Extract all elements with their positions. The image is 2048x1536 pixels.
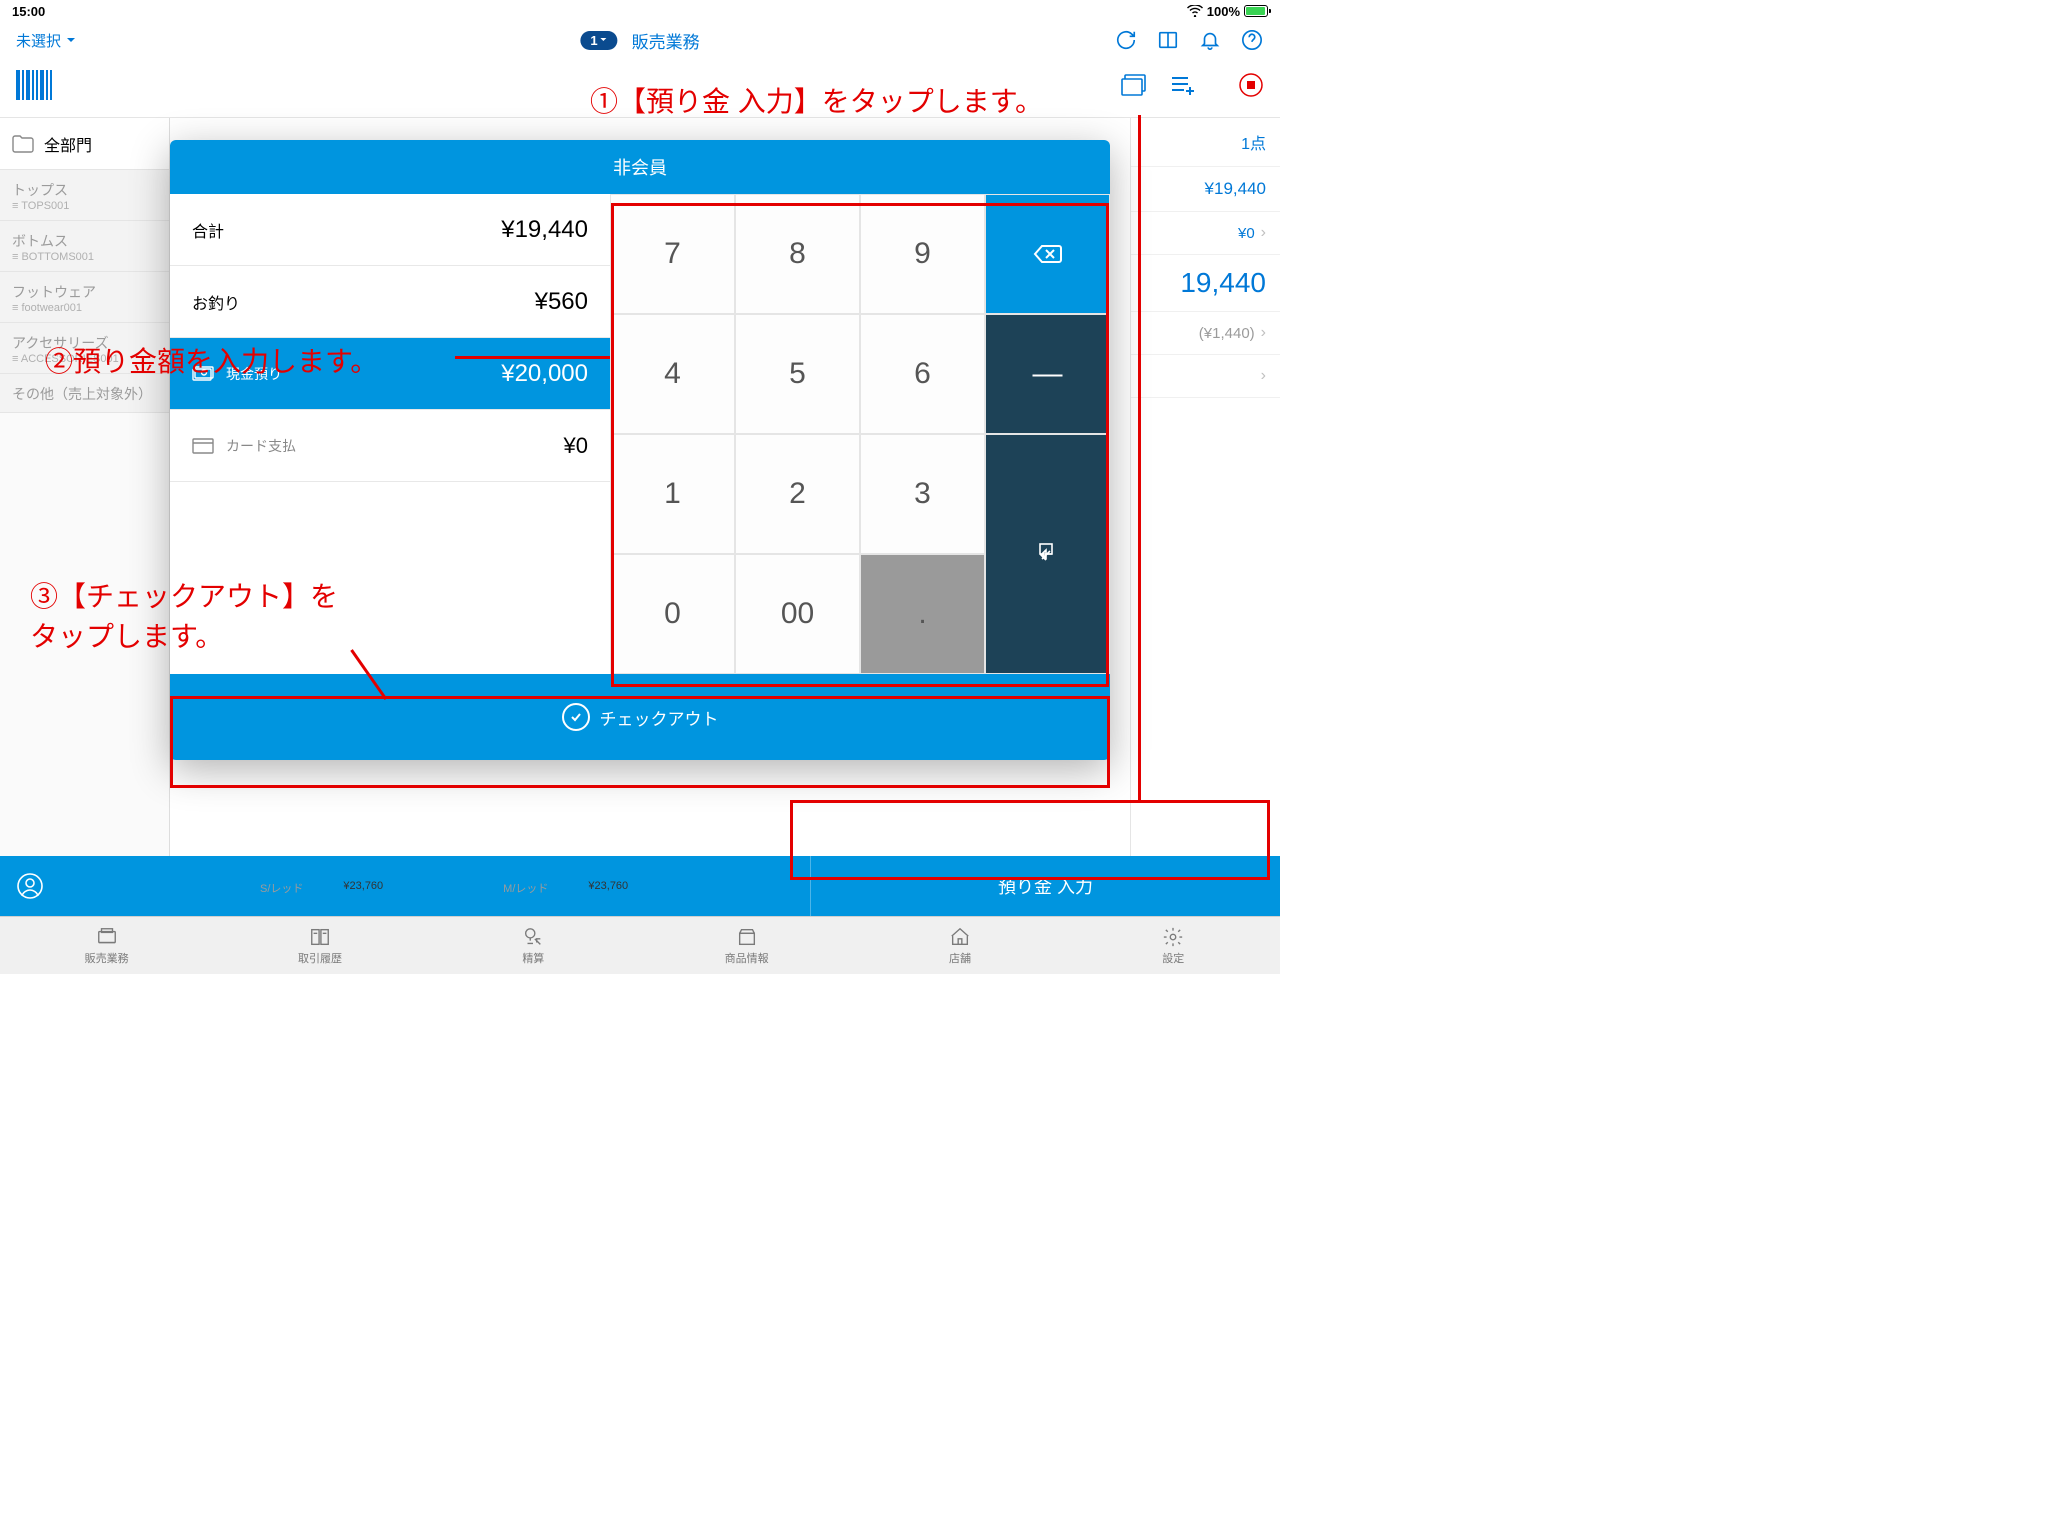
- total-label: 合計: [192, 218, 224, 242]
- sidebar-category[interactable]: ボトムス≡ BOTTOMS001: [0, 221, 169, 272]
- page-title: 販売業務: [632, 28, 700, 53]
- card-payment-row[interactable]: カード支払 ¥0: [170, 410, 610, 482]
- redline-2: [455, 356, 610, 359]
- top-bar: 未選択 1 販売業務: [0, 22, 1280, 58]
- key-enter[interactable]: [985, 434, 1110, 674]
- status-time: 15:00: [12, 4, 45, 19]
- cash-value: ¥20,000: [501, 360, 588, 388]
- sidebar-category[interactable]: アクセサリーズ≡ ACCESSORIES001: [0, 323, 169, 374]
- key-dot[interactable]: .: [860, 554, 985, 674]
- sidebar-category[interactable]: その他（売上対象外）: [0, 374, 169, 413]
- key-3[interactable]: 3: [860, 434, 985, 554]
- redline-1: [1138, 115, 1141, 803]
- tab-settlement[interactable]: 精算: [427, 917, 640, 974]
- list-add-icon[interactable]: [1170, 74, 1198, 101]
- key-5[interactable]: 5: [735, 314, 860, 434]
- keypad: 7 8 9 4 5 6 — 1 2 3 0 00 .: [610, 194, 1110, 674]
- tab-store[interactable]: 店舗: [853, 917, 1066, 974]
- change-value: ¥560: [535, 288, 588, 316]
- key-0[interactable]: 0: [610, 554, 735, 674]
- right-pane: 1点 ¥19,440 ¥0› 19,440 (¥1,440)› ›: [1130, 118, 1280, 856]
- count-badge[interactable]: 1: [580, 31, 617, 50]
- dropdown-unselected[interactable]: 未選択: [16, 30, 77, 51]
- record-icon[interactable]: [1238, 72, 1264, 103]
- battery-pct: 100%: [1207, 4, 1240, 19]
- split-view-icon[interactable]: [1156, 28, 1180, 52]
- key-6[interactable]: 6: [860, 314, 985, 434]
- key-2[interactable]: 2: [735, 434, 860, 554]
- key-minus[interactable]: —: [985, 314, 1110, 434]
- rp-empty-row[interactable]: ›: [1131, 355, 1280, 398]
- subtotal: ¥19,440: [1205, 179, 1266, 199]
- key-00[interactable]: 00: [735, 554, 860, 674]
- rp-tax-row[interactable]: (¥1,440)›: [1131, 312, 1280, 355]
- rp-sub-row[interactable]: ¥0›: [1131, 212, 1280, 255]
- card-value: ¥0: [564, 433, 588, 459]
- status-bar: 15:00 100%: [0, 0, 1280, 22]
- barcode-icon[interactable]: [16, 70, 60, 105]
- item-count: 1点: [1241, 130, 1266, 154]
- tab-products[interactable]: 商品情報: [640, 917, 853, 974]
- icon-bar: [0, 58, 1280, 118]
- checkout-button[interactable]: チェックアウト: [170, 674, 1110, 760]
- payment-modal: 非会員 合計 ¥19,440 お釣り ¥560 現金預り ¥20,000 カード支払…: [170, 140, 1110, 760]
- key-8[interactable]: 8: [735, 194, 860, 314]
- key-7[interactable]: 7: [610, 194, 735, 314]
- sidebar-all-folder[interactable]: 全部門: [0, 118, 169, 170]
- product-row-peek: S/レッド¥23,760 M/レッド¥23,760: [180, 880, 1120, 898]
- tab-history[interactable]: 取引履歴: [213, 917, 426, 974]
- user-icon[interactable]: [0, 873, 60, 899]
- refresh-icon[interactable]: [1114, 28, 1138, 52]
- total-value: ¥19,440: [501, 216, 588, 244]
- sidebar-category[interactable]: フットウェア≡ footwear001: [0, 272, 169, 323]
- cash-deposit-row[interactable]: 現金預り ¥20,000: [170, 338, 610, 410]
- key-4[interactable]: 4: [610, 314, 735, 434]
- change-label: お釣り: [192, 290, 240, 314]
- bell-icon[interactable]: [1198, 28, 1222, 52]
- sidebar: 全部門 トップス≡ TOPS001ボトムス≡ BOTTOMS001フットウェア≡…: [0, 118, 170, 856]
- key-1[interactable]: 1: [610, 434, 735, 554]
- key-backspace[interactable]: [985, 194, 1110, 314]
- sidebar-category[interactable]: トップス≡ TOPS001: [0, 170, 169, 221]
- total-amount: 19,440: [1180, 267, 1266, 299]
- tab-bar: 販売業務 取引履歴 精算 商品情報 店舗 設定: [0, 916, 1280, 974]
- wifi-icon: [1187, 5, 1203, 17]
- tab-settings[interactable]: 設定: [1067, 917, 1280, 974]
- card-icon[interactable]: [1120, 74, 1148, 101]
- tab-sales[interactable]: 販売業務: [0, 917, 213, 974]
- modal-header: 非会員: [170, 140, 1110, 194]
- key-9[interactable]: 9: [860, 194, 985, 314]
- help-icon[interactable]: [1240, 28, 1264, 52]
- battery-icon: [1244, 5, 1268, 17]
